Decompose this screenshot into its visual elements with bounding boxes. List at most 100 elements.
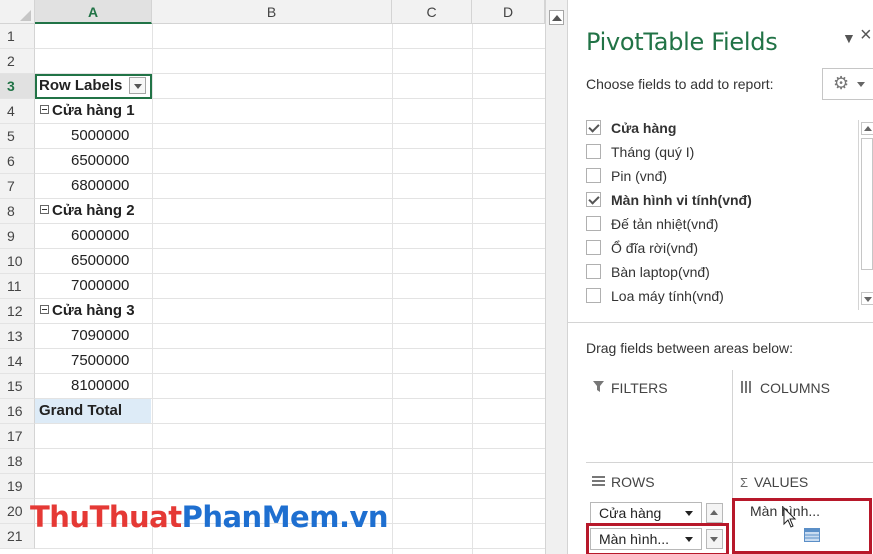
close-icon[interactable]: ×: [860, 24, 872, 47]
column-header-d[interactable]: D: [472, 0, 545, 24]
row-header[interactable]: 16: [0, 399, 35, 424]
scroll-up-arrow-icon[interactable]: [549, 10, 564, 25]
sheet-row: 5000000: [35, 124, 545, 149]
checkbox-icon[interactable]: [586, 240, 601, 255]
empty-cell[interactable]: [35, 24, 151, 48]
field-item[interactable]: Màn hình vi tính(vnđ): [586, 188, 870, 212]
row-header[interactable]: 12: [0, 299, 35, 324]
sheet-row: Row Labels: [35, 74, 545, 99]
column-header-c[interactable]: C: [392, 0, 472, 24]
row-header[interactable]: 14: [0, 349, 35, 374]
empty-cell[interactable]: [35, 424, 151, 448]
value-cell[interactable]: 6500000: [35, 249, 151, 273]
field-item[interactable]: Bàn laptop(vnđ): [586, 260, 870, 284]
scroll-down-icon[interactable]: [861, 292, 873, 305]
row-header[interactable]: 8: [0, 199, 35, 224]
group-cell[interactable]: Cửa hàng 2: [35, 199, 151, 223]
row-header[interactable]: 6: [0, 149, 35, 174]
empty-cell[interactable]: [35, 449, 151, 473]
field-list-scrollbar[interactable]: [858, 120, 873, 310]
field-item[interactable]: Ổ đĩa rời(vnđ): [586, 236, 870, 260]
checkbox-icon[interactable]: [586, 264, 601, 279]
row-header[interactable]: 13: [0, 324, 35, 349]
watermark: ThuThuatPhanMem.vn: [30, 500, 389, 534]
checkbox-icon[interactable]: [586, 168, 601, 183]
values-label: VALUES: [754, 474, 809, 490]
value-cell[interactable]: 6800000: [35, 174, 151, 198]
value-cell[interactable]: 6000000: [35, 224, 151, 248]
column-header-b[interactable]: B: [152, 0, 392, 24]
empty-cell[interactable]: [35, 49, 151, 73]
row-header[interactable]: 4: [0, 99, 35, 124]
field-item[interactable]: Pin (vnđ): [586, 164, 870, 188]
field-label: Pin (vnđ): [611, 168, 668, 184]
column-header-a[interactable]: A: [35, 0, 152, 24]
value-cell[interactable]: 6500000: [35, 149, 151, 173]
value-cell[interactable]: 7000000: [35, 274, 151, 298]
empty-cell[interactable]: [35, 474, 151, 498]
values-area-title[interactable]: Σ VALUES: [740, 474, 808, 490]
field-item[interactable]: Loa máy tính(vnđ): [586, 284, 870, 308]
checkbox-icon[interactable]: [586, 144, 601, 159]
group-cell[interactable]: Cửa hàng 1: [35, 99, 151, 123]
sheet-vertical-scrollbar[interactable]: [545, 0, 567, 554]
field-item[interactable]: Tháng (quý I): [586, 140, 870, 164]
columns-area-title[interactable]: COLUMNS: [740, 380, 830, 396]
collapse-icon[interactable]: [40, 205, 49, 214]
scroll-thumb[interactable]: [861, 138, 873, 270]
row-header[interactable]: 5: [0, 124, 35, 149]
sigma-icon: Σ: [740, 475, 749, 490]
pivot-fields-pane: PivotTable Fields ▼ × Choose fields to a…: [567, 0, 873, 554]
highlight-rows-item: [586, 523, 729, 554]
filter-dropdown-icon[interactable]: [129, 77, 146, 94]
sheet-row: [35, 449, 545, 474]
tools-button[interactable]: ⚙: [822, 68, 873, 100]
rows-scroll-up-icon[interactable]: [706, 503, 723, 523]
sheet-row: 6500000: [35, 149, 545, 174]
group-cell[interactable]: Cửa hàng 3: [35, 299, 151, 323]
field-list: Cửa hàng Tháng (quý I) Pin (vnđ) Màn hình v…: [586, 116, 870, 312]
row-header[interactable]: 17: [0, 424, 35, 449]
row-header[interactable]: 19: [0, 474, 35, 499]
rows-area-title[interactable]: ROWS: [592, 474, 655, 490]
checkbox-icon[interactable]: [586, 288, 601, 303]
checkbox-checked-icon[interactable]: [586, 192, 601, 207]
value-cell[interactable]: 5000000: [35, 124, 151, 148]
row-header[interactable]: 10: [0, 249, 35, 274]
checkbox-icon[interactable]: [586, 216, 601, 231]
grand-total-cell[interactable]: Grand Total: [35, 399, 151, 423]
row-header[interactable]: 11: [0, 274, 35, 299]
drag-fields-label: Drag fields between areas below:: [586, 340, 794, 356]
field-item[interactable]: Cửa hàng: [586, 116, 870, 140]
collapse-icon[interactable]: [40, 105, 49, 114]
spreadsheet: A B C D 1 2 3 4 5 6 7 8 9 10 11 12 13 14 15 16 17 18 19 20 2…: [0, 0, 545, 554]
row-header[interactable]: 15: [0, 374, 35, 399]
row-header[interactable]: 1: [0, 24, 35, 49]
value-cell[interactable]: 7090000: [35, 324, 151, 348]
pane-options-caret-icon[interactable]: ▼: [842, 30, 856, 46]
row-header[interactable]: 9: [0, 224, 35, 249]
sheet-row: 7000000: [35, 274, 545, 299]
row-header[interactable]: 3: [0, 74, 35, 99]
collapse-icon[interactable]: [40, 305, 49, 314]
drop-field-icon: [804, 528, 820, 542]
value-cell[interactable]: 8100000: [35, 374, 151, 398]
row-header[interactable]: 18: [0, 449, 35, 474]
rows-field-store[interactable]: Cửa hàng: [590, 502, 702, 524]
row-header[interactable]: 7: [0, 174, 35, 199]
select-all-corner[interactable]: [0, 0, 35, 24]
column-header-bar: A B C D: [0, 0, 545, 24]
sheet-row: 6500000: [35, 249, 545, 274]
field-item[interactable]: Đế tản nhiệt(vnđ): [586, 212, 870, 236]
filters-area-title[interactable]: FILTERS: [592, 380, 668, 396]
value-cell[interactable]: 7500000: [35, 349, 151, 373]
field-label: Tháng (quý I): [611, 144, 695, 160]
group-label: Cửa hàng 1: [52, 102, 135, 119]
gear-icon: ⚙: [833, 73, 850, 93]
row-header[interactable]: 2: [0, 49, 35, 74]
scroll-up-icon[interactable]: [861, 122, 873, 135]
checkbox-checked-icon[interactable]: [586, 120, 601, 135]
watermark-part2: PhanMem.vn: [181, 500, 389, 534]
sheet-row: 7090000: [35, 324, 545, 349]
cell-grid: Row Labels Cửa hàng 1 5000000 6500000 680000…: [35, 24, 545, 549]
